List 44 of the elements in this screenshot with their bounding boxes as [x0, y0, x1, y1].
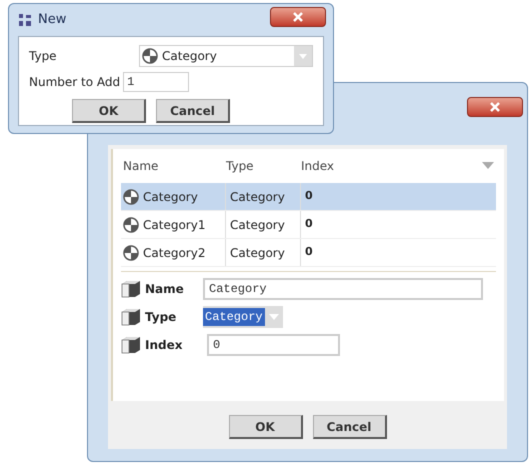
dialog-button[interactable]: OK — [72, 99, 146, 123]
category-icon — [142, 48, 158, 64]
table-cell: Category — [226, 211, 301, 238]
dialog-button[interactable]: Cancel — [156, 99, 230, 123]
cube-icon — [121, 336, 141, 354]
text-field[interactable]: 0 — [207, 334, 340, 356]
table-cell-text: Category — [143, 188, 198, 206]
category-icon — [123, 188, 139, 204]
close-icon — [292, 12, 304, 22]
category-icon — [123, 244, 139, 260]
window-title: New — [38, 11, 66, 30]
close-button[interactable] — [467, 97, 523, 117]
selected-text: Category — [203, 308, 265, 326]
number-label: Number to Add — [29, 74, 120, 91]
dialog-button[interactable]: Cancel — [312, 415, 386, 439]
table-cell-text: 0 — [304, 244, 314, 260]
table-cell-text: 0 — [304, 216, 314, 232]
type-label: Type — [29, 48, 58, 65]
category-icon — [123, 216, 139, 232]
window-icon — [18, 13, 32, 27]
dropdown-value: Category — [162, 48, 218, 65]
table-row[interactable]: Category1 Category 0 — [121, 211, 496, 239]
table-row[interactable]: Category2 Category 0 — [121, 239, 496, 267]
text-field[interactable]: Category — [203, 278, 483, 300]
close-icon — [489, 102, 501, 112]
type-dropdown[interactable]: Category — [139, 45, 313, 67]
property-label: Type — [144, 309, 178, 326]
table-cell: Category — [226, 183, 301, 210]
column-header[interactable]: Name — [121, 157, 226, 175]
table-cell-text: 0 — [304, 188, 314, 204]
property-label: Name — [144, 281, 185, 298]
column-header[interactable]: Index — [301, 157, 482, 175]
property-label: Index — [144, 337, 184, 354]
close-button[interactable] — [270, 7, 326, 27]
column-header[interactable]: Type — [226, 157, 301, 175]
table-row[interactable]: Category Category 0 — [121, 183, 496, 211]
table-cell: Category — [226, 239, 301, 266]
dialog-button[interactable]: OK — [228, 415, 302, 439]
cube-icon — [121, 280, 141, 298]
cube-icon — [121, 308, 141, 326]
table-cell-text: Category2 — [143, 244, 206, 262]
number-field[interactable]: 1 — [123, 72, 190, 92]
table-cell-text: Category1 — [143, 216, 206, 234]
type-dropdown[interactable]: Category — [203, 306, 283, 328]
